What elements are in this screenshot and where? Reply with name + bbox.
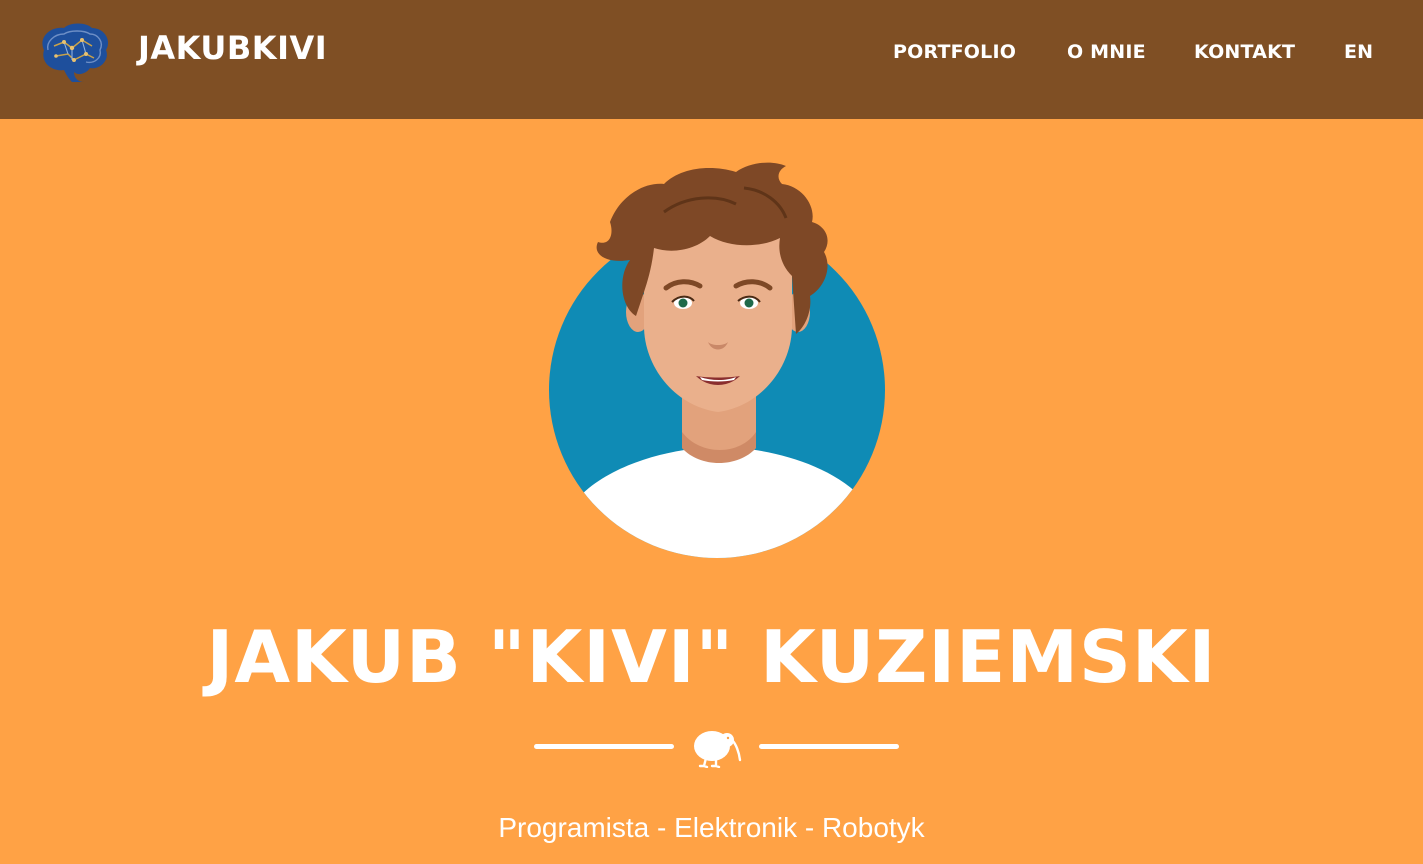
kiwi-bird-icon [694,731,742,768]
nav-link-portfolio[interactable]: PORTFOLIO [893,40,1016,64]
divider-line-right [759,744,899,749]
masthead-heading: JAKUB "KIVI" KUZIEMSKI [206,615,1217,699]
navbar: JAKUBKIVI PORTFOLIO O MNIE KONTAKT EN [0,0,1423,119]
brain-circuit-icon[interactable] [34,20,110,82]
nav-link-o-mnie[interactable]: O MNIE [1067,40,1146,64]
avatar-illustration [549,162,885,558]
divider-line-left [534,744,674,749]
masthead-subheading: Programista - Elektronik - Robotyk [498,812,925,843]
star-divider [534,724,900,768]
language-switch-en[interactable]: EN [1344,40,1373,64]
nav-link-kontakt[interactable]: KONTAKT [1194,40,1295,64]
brand-name[interactable]: JAKUBKIVI [138,27,327,69]
